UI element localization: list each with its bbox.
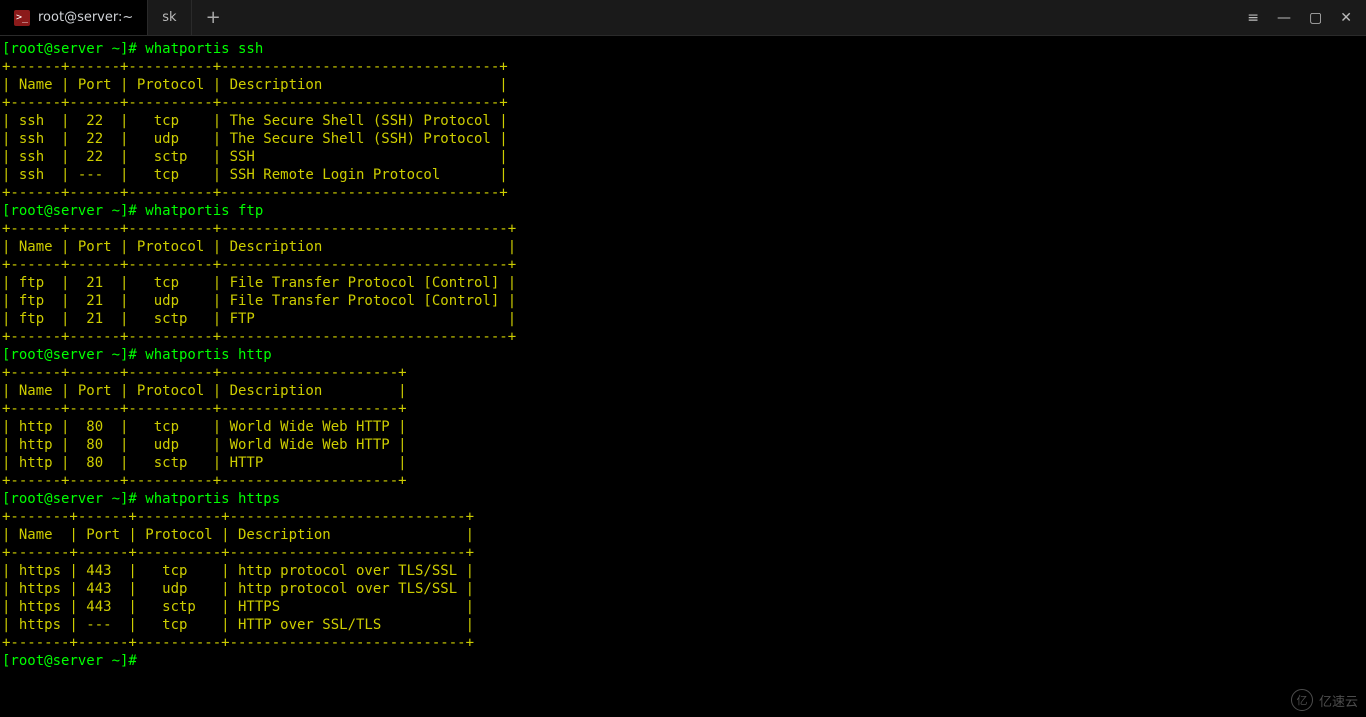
- window-titlebar: >_ root@server:~ sk + ≡ — ▢ ✕: [0, 0, 1366, 36]
- tab-terminal-2[interactable]: sk: [148, 0, 191, 35]
- watermark: 亿 亿速云: [1291, 689, 1358, 711]
- watermark-icon: 亿: [1291, 689, 1313, 711]
- new-tab-button[interactable]: +: [192, 0, 235, 35]
- watermark-text: 亿速云: [1319, 691, 1358, 710]
- tab-terminal-1[interactable]: >_ root@server:~: [0, 0, 148, 35]
- menu-icon[interactable]: ≡: [1247, 11, 1259, 25]
- tab-label: sk: [162, 10, 176, 25]
- terminal-output[interactable]: [root@server ~]# whatportis ssh +------+…: [0, 36, 1366, 674]
- close-button[interactable]: ✕: [1340, 11, 1352, 25]
- minimize-button[interactable]: —: [1277, 11, 1291, 25]
- tab-label: root@server:~: [38, 10, 133, 25]
- terminal-icon: >_: [14, 10, 30, 26]
- maximize-button[interactable]: ▢: [1309, 11, 1322, 25]
- window-controls: ≡ — ▢ ✕: [1233, 0, 1366, 35]
- plus-icon: +: [206, 9, 221, 27]
